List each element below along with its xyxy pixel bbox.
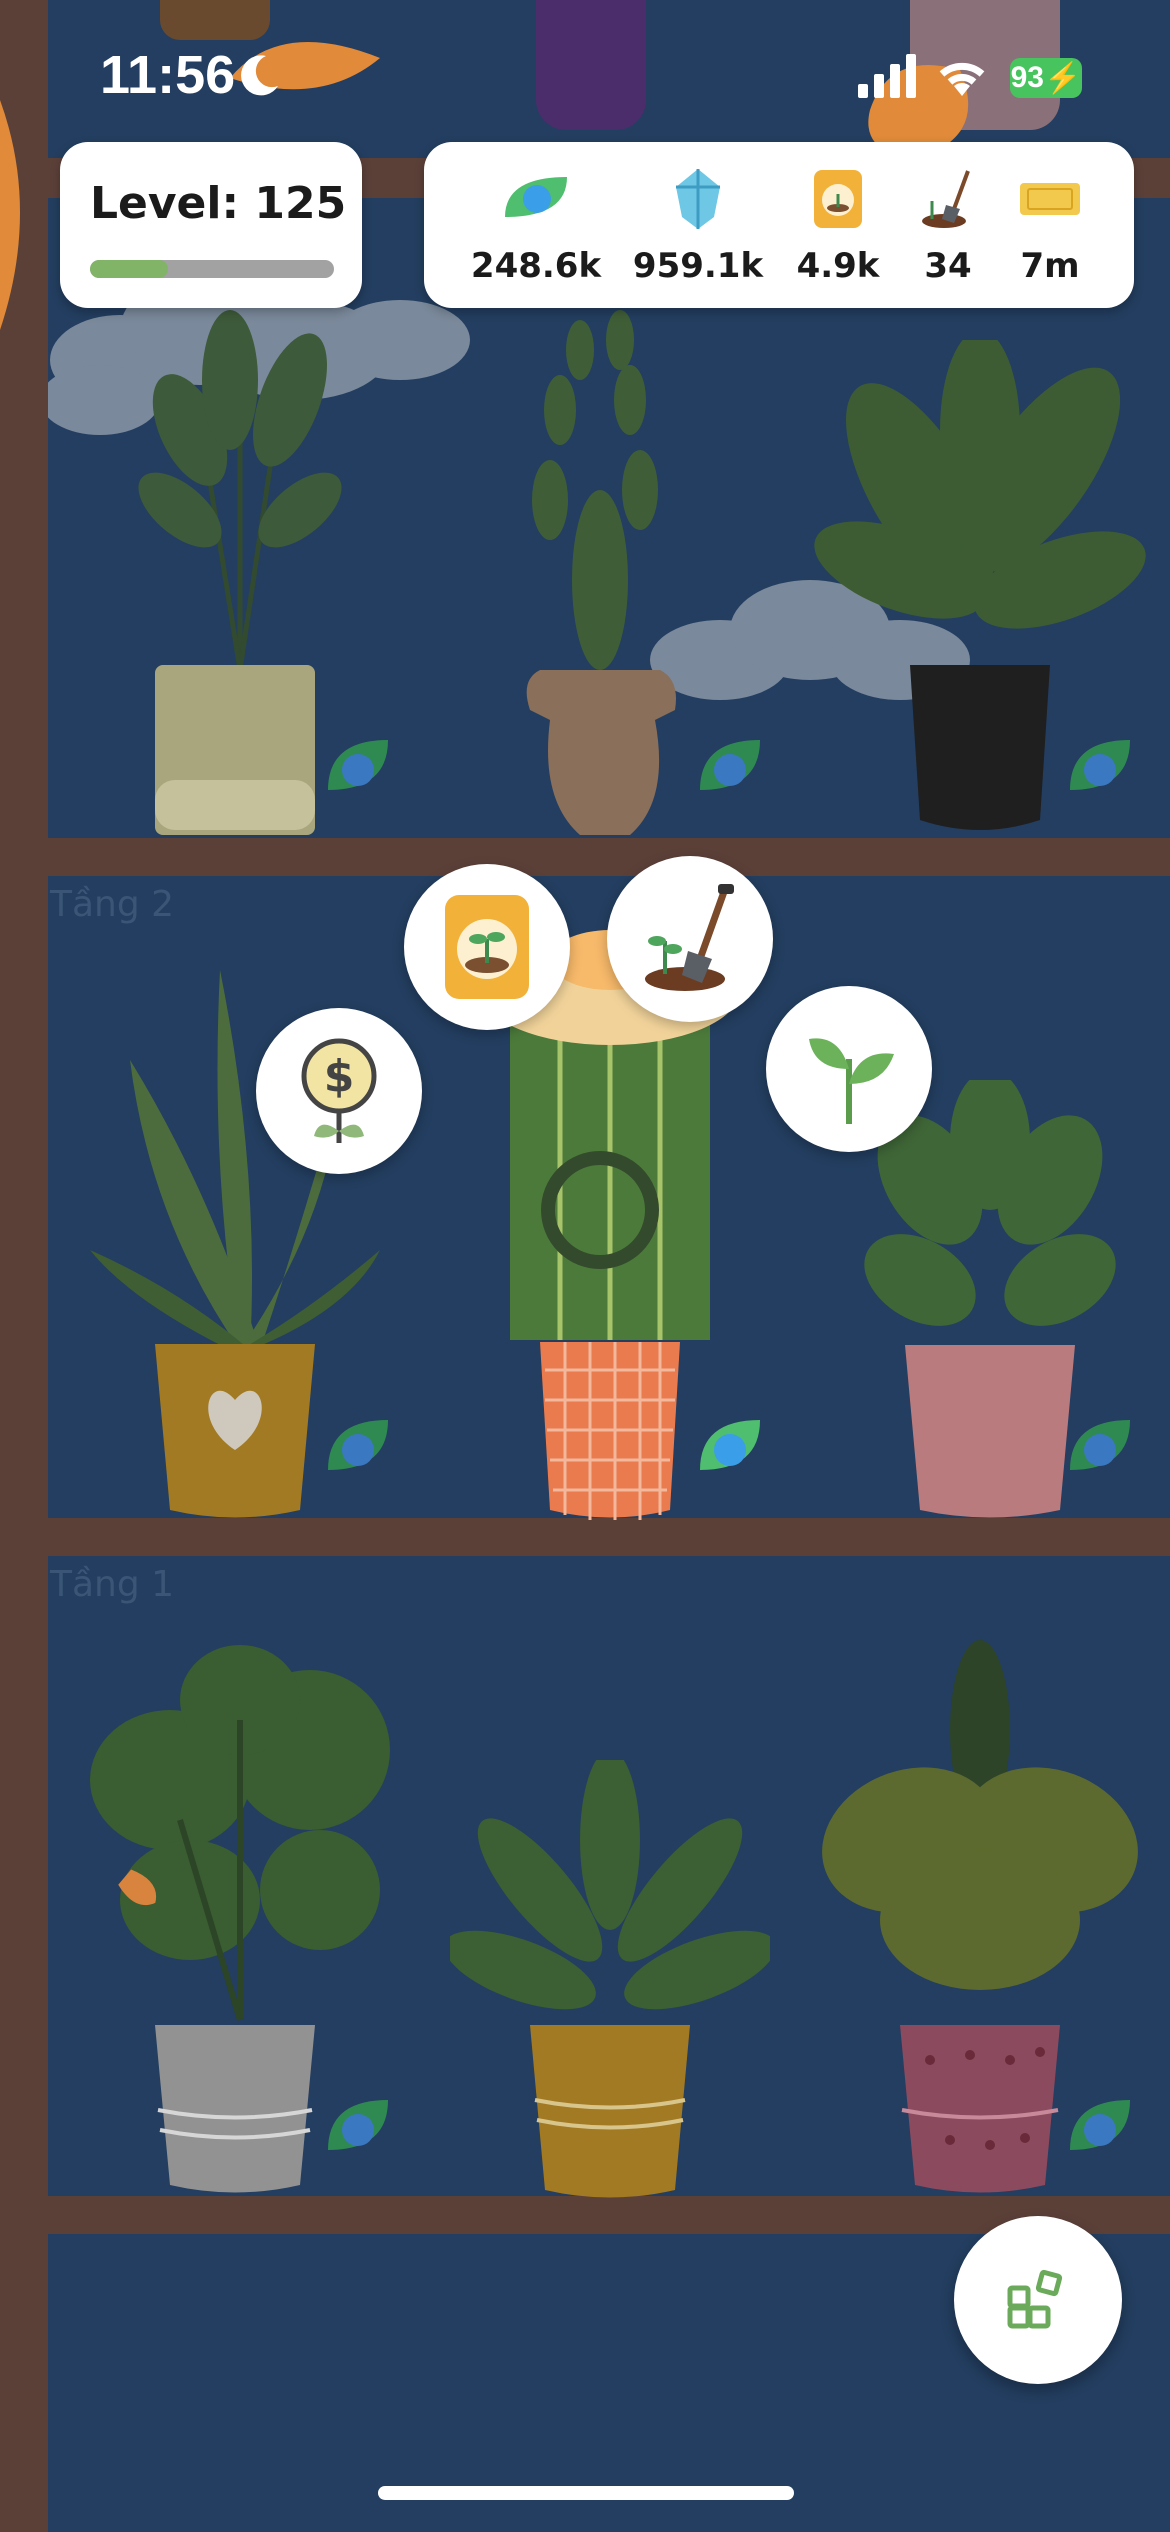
wifi-icon [939, 62, 985, 96]
crystal-icon [676, 169, 720, 229]
signal-icon [858, 54, 916, 98]
sell-plant-button[interactable]: $ [256, 1008, 422, 1174]
shelf-post [0, 0, 48, 2532]
resource-golden-ticket-value: 7m [1020, 246, 1080, 286]
seed-bag-icon [814, 170, 862, 228]
battery-level: 93 [1010, 61, 1044, 94]
oxygen-collect-icon[interactable] [318, 1410, 398, 1490]
resource-crystal-value: 959.1k [632, 246, 764, 286]
sprout-icon [809, 1038, 894, 1124]
oxygen-collect-icon[interactable] [318, 2090, 398, 2170]
oxygen-collect-icon[interactable] [1060, 2090, 1140, 2170]
grid-menu-button[interactable] [954, 2216, 1122, 2384]
seed-bag-icon [445, 895, 529, 999]
oxygen-collect-icon[interactable] [1060, 730, 1140, 810]
oxygen-collect-icon[interactable] [318, 730, 398, 810]
plant-row3-center[interactable] [480, 300, 720, 840]
shovel-button[interactable] [607, 856, 773, 1022]
grid-menu-icon [1007, 2269, 1063, 2329]
golden-ticket-icon [1020, 183, 1080, 215]
home-indicator[interactable] [378, 2486, 794, 2500]
svg-text:$: $ [324, 1051, 355, 1102]
oxygen-collect-icon[interactable] [690, 1410, 770, 1490]
resources-card[interactable]: 248.6k 959.1k 4.9k 34 7m [424, 142, 1134, 308]
floor-label-1: Tầng 1 [50, 1564, 175, 1605]
oxygen-leaf-icon [505, 177, 567, 217]
moon-icon [241, 55, 278, 96]
resource-oxygen[interactable]: 248.6k [466, 164, 606, 286]
shovel-icon [645, 884, 734, 991]
seed-bag-button[interactable] [404, 864, 570, 1030]
plant-sprout-button[interactable] [766, 986, 932, 1152]
level-progress-fill [90, 260, 169, 278]
plant-row1-center[interactable] [450, 1760, 770, 2200]
status-bar: 11:56 93 ⚡ [0, 0, 1170, 150]
level-label: Level: 125 [90, 178, 347, 229]
shelf-board-2 [48, 838, 1170, 876]
shovel-icon [922, 170, 970, 228]
resource-oxygen-value: 248.6k [470, 246, 602, 286]
oxygen-collect-icon[interactable] [1060, 1410, 1140, 1490]
shelf-board-1 [48, 1518, 1170, 1556]
resource-golden-ticket[interactable]: 7m [980, 164, 1120, 286]
level-card[interactable]: Level: 125 [60, 142, 362, 308]
status-time: 11:56 [100, 45, 236, 105]
sell-plant-icon: $ [301, 1038, 377, 1143]
level-progress-bar [90, 260, 334, 278]
resource-crystal[interactable]: 959.1k [628, 164, 768, 286]
oxygen-collect-icon[interactable] [690, 730, 770, 810]
battery-indicator: 93 ⚡ [1010, 58, 1082, 98]
floor-label-2: Tầng 2 [50, 884, 175, 925]
charging-bolt-icon: ⚡ [1044, 61, 1082, 95]
